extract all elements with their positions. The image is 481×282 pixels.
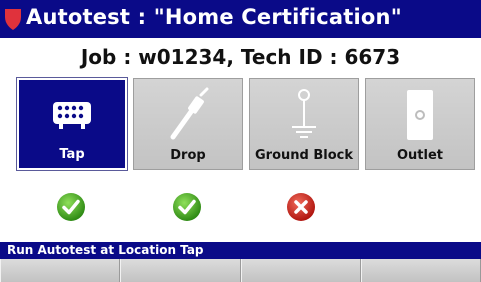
softkey-4[interactable] bbox=[360, 259, 481, 282]
location-button-outlet[interactable]: Outlet bbox=[365, 78, 475, 170]
title-bar: Autotest : "Home Certification" bbox=[0, 0, 481, 38]
softkey-3[interactable] bbox=[240, 259, 361, 282]
location-label-tap: Tap bbox=[59, 147, 85, 162]
status-bar: Run Autotest at Location Tap bbox=[0, 242, 481, 259]
tap-icon bbox=[53, 102, 91, 129]
page-title: Autotest : "Home Certification" bbox=[26, 5, 402, 29]
job-tech-info: Job : w01234, Tech ID : 6673 bbox=[80, 45, 401, 69]
location-button-tap[interactable]: Tap bbox=[16, 77, 128, 171]
location-label-outlet: Outlet bbox=[396, 148, 443, 163]
location-label-ground-block: Ground Block bbox=[254, 148, 353, 163]
ground-block-icon bbox=[292, 89, 316, 138]
softkey-bar bbox=[0, 259, 481, 282]
location-button-drop[interactable]: Drop bbox=[133, 78, 243, 170]
pass-check-icon bbox=[173, 193, 201, 221]
location-button-ground-block[interactable]: Ground Block bbox=[249, 78, 359, 170]
location-label-drop: Drop bbox=[170, 148, 206, 163]
softkey-2[interactable] bbox=[120, 259, 241, 282]
pass-check-icon bbox=[57, 193, 85, 221]
shield-logo-icon bbox=[5, 9, 21, 30]
drop-cable-icon bbox=[170, 87, 209, 140]
fail-x-icon bbox=[287, 193, 315, 221]
outlet-icon bbox=[407, 90, 433, 140]
softkey-1[interactable] bbox=[0, 259, 121, 282]
